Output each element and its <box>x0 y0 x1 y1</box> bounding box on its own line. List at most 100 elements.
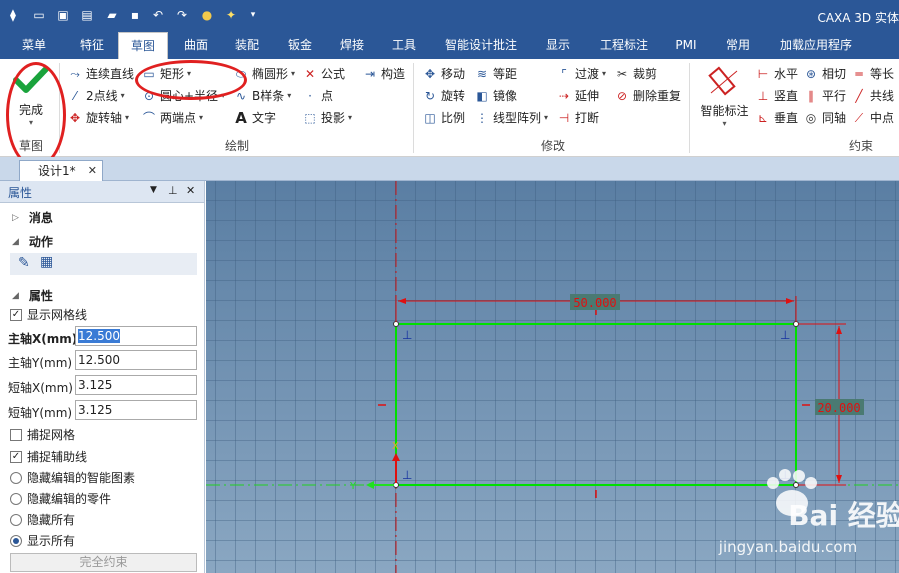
save-icon[interactable]: ▪ <box>127 7 143 23</box>
radio-hide-smart-elements[interactable]: 隐藏编辑的智能图素 <box>10 469 135 486</box>
ellipse-button[interactable]: ⬭ 椭圆形 ▾ <box>233 64 295 84</box>
tab-sketch[interactable]: 草图 <box>118 32 168 59</box>
tab-load-apps[interactable]: 加载应用程序 <box>770 32 862 59</box>
open-import-icon[interactable]: ▣ <box>55 7 71 23</box>
extend-button[interactable]: ⇢ 延伸 <box>556 86 599 106</box>
smart-dimension-button[interactable]: 智能标注 ▾ <box>697 63 752 135</box>
sketch-logo-icon[interactable]: ⧫ <box>5 7 21 23</box>
scale-button[interactable]: ◫ 比例 <box>422 108 465 128</box>
two-point-line-button[interactable]: ⁄ 2点线 ▾ <box>67 86 125 106</box>
tab-assembly[interactable]: 装配 <box>222 32 272 59</box>
customize-dropdown-icon[interactable]: ▾ <box>245 7 261 23</box>
grid-edit-icon[interactable]: ▦ <box>40 254 53 270</box>
perpendicular-constraint-button[interactable]: ⊾ 垂直 <box>755 108 798 128</box>
radio-hide-parts[interactable]: 隐藏编辑的零件 <box>10 490 111 507</box>
text-button[interactable]: A 文字 <box>233 108 276 128</box>
close-icon[interactable]: ✕ <box>186 184 195 197</box>
trim-button[interactable]: ✂ 裁剪 <box>614 64 657 84</box>
vertical-constraint-button[interactable]: ⊥ 竖直 <box>755 86 798 106</box>
tab-pmi[interactable]: PMI <box>666 32 706 59</box>
tab-menu[interactable]: 菜单 <box>10 32 58 59</box>
tab-sheet-metal[interactable]: 钣金 <box>276 32 324 59</box>
tab-welding[interactable]: 焊接 <box>328 32 376 59</box>
minor-x-field[interactable]: 3.125 <box>75 375 197 395</box>
folder-icon[interactable]: ▰ <box>104 7 120 23</box>
chevron-down-icon[interactable]: ▼ <box>150 185 157 195</box>
point-button[interactable]: · 点 <box>302 86 333 106</box>
smart-dimension-label: 智能标注 <box>700 104 749 118</box>
document-tab[interactable]: 设计1* ✕ <box>19 160 103 181</box>
tab-engineering-annotation[interactable]: 工程标注 <box>590 32 658 59</box>
text-a-icon: A <box>235 109 247 127</box>
tab-smart-annotation[interactable]: 智能设计批注 <box>436 32 526 59</box>
construct-button[interactable]: ⇥ 构造 <box>362 64 405 84</box>
two-end-arc-button[interactable]: ⌒ 两端点 ▾ <box>141 108 203 128</box>
full-constraint-button[interactable]: 完全约束 <box>10 553 197 572</box>
midpoint-constraint-button[interactable]: ⟋ 中点 <box>851 108 894 128</box>
lightbulb-icon[interactable]: ● <box>199 7 215 23</box>
radio-show-all[interactable]: 显示所有 <box>10 532 75 549</box>
corner-point[interactable] <box>793 482 799 488</box>
pin-icon[interactable]: ⊥ <box>168 184 178 197</box>
collinear-constraint-button[interactable]: ╱ 共线 <box>851 86 894 106</box>
equidistant-button[interactable]: ≋ 等距 <box>474 64 517 84</box>
concentric-icon: ◎ <box>805 111 817 125</box>
revolve-axis-button[interactable]: ✥ 旋转轴 ▾ <box>67 108 129 128</box>
center-radius-button[interactable]: ⊙ 圆心+半径 ▾ <box>141 86 225 106</box>
section-message[interactable]: ▷ 消息 <box>12 209 53 226</box>
concentric-constraint-button[interactable]: ◎ 同轴 <box>803 108 846 128</box>
undo-icon[interactable]: ↶ <box>150 7 166 23</box>
corner-point[interactable] <box>393 321 399 327</box>
tab-tools[interactable]: 工具 <box>380 32 428 59</box>
move-button[interactable]: ✥ 移动 <box>422 64 465 84</box>
width-dimension-value[interactable]: 50.000 <box>573 296 616 310</box>
horizontal-constraint-button[interactable]: ⊢ 水平 <box>755 64 798 84</box>
mirror-button[interactable]: ◧ 镜像 <box>474 86 517 106</box>
tab-feature[interactable]: 特征 <box>68 32 116 59</box>
corner-point[interactable] <box>793 321 799 327</box>
major-x-field[interactable]: 12.500 <box>75 326 197 346</box>
mirror-label: 镜像 <box>493 89 518 103</box>
height-dimension-value[interactable]: 20.000 <box>817 401 860 415</box>
snap-aux-checkbox[interactable]: ✓ 捕捉辅助线 <box>10 448 87 465</box>
tab-common[interactable]: 常用 <box>716 32 760 59</box>
snap-grid-checkbox[interactable]: 捕捉网格 <box>10 426 75 443</box>
equal-constraint-button[interactable]: ═ 等长 <box>851 64 894 84</box>
sketch-drawing[interactable]: ⊥ ⊥ ⊥ ⊥ 50.000 20.000 X Y <box>206 181 899 573</box>
redo-icon[interactable]: ↷ <box>174 7 190 23</box>
corner-point[interactable] <box>393 482 399 488</box>
project-button[interactable]: ⬚ 投影 ▾ <box>302 108 352 128</box>
rotate-button[interactable]: ↻ 旋转 <box>422 86 465 106</box>
rectangle-button[interactable]: ▭ 矩形 ▾ <box>141 64 191 84</box>
fillet-button[interactable]: ⌜ 过渡 ▾ <box>556 64 606 84</box>
minor-y-field[interactable]: 3.125 <box>75 400 197 420</box>
tangent-constraint-button[interactable]: ⊛ 相切 <box>803 64 846 84</box>
two-end-arc-label: 两端点 <box>160 111 197 125</box>
delete-repeat-button[interactable]: ⊘ 删除重复 <box>614 86 681 106</box>
edit-sketch-icon[interactable]: ✎ <box>18 255 30 271</box>
section-properties[interactable]: ◢ 属性 <box>12 287 53 304</box>
formula-icon: ✕ <box>304 67 316 81</box>
break-button[interactable]: ⊣ 打断 <box>556 108 599 128</box>
group-label-modify: 修改 <box>540 139 565 153</box>
axis-icon: ✥ <box>69 111 81 125</box>
parallel-constraint-button[interactable]: ∥ 平行 <box>803 86 846 106</box>
section-action[interactable]: ◢ 动作 <box>12 233 53 250</box>
section-action-label: 动作 <box>28 235 53 249</box>
open-file-icon[interactable]: ▤ <box>79 7 95 23</box>
sparkle-icon[interactable]: ✦ <box>223 7 239 23</box>
formula-button[interactable]: ✕ 公式 <box>302 64 345 84</box>
group-label-constraint: 约束 <box>848 139 873 153</box>
show-grid-checkbox[interactable]: ✓ 显示网格线 <box>10 306 87 323</box>
radio-hide-all[interactable]: 隐藏所有 <box>10 511 75 528</box>
new-file-icon[interactable]: ▭ <box>31 7 47 23</box>
finish-sketch-button[interactable]: 完成 ▾ <box>9 63 53 135</box>
sketch-canvas[interactable]: ⊥ ⊥ ⊥ ⊥ 50.000 20.000 X Y <box>206 181 899 573</box>
close-icon[interactable]: ✕ <box>88 161 97 181</box>
polyline-button[interactable]: ⤳ 连续直线 <box>67 64 134 84</box>
linear-array-button[interactable]: ⋮ 线型阵列 ▾ <box>474 108 548 128</box>
tab-display[interactable]: 显示 <box>535 32 581 59</box>
bspline-button[interactable]: ∿ B样条 ▾ <box>233 86 291 106</box>
tab-surface[interactable]: 曲面 <box>172 32 220 59</box>
major-y-field[interactable]: 12.500 <box>75 350 197 370</box>
